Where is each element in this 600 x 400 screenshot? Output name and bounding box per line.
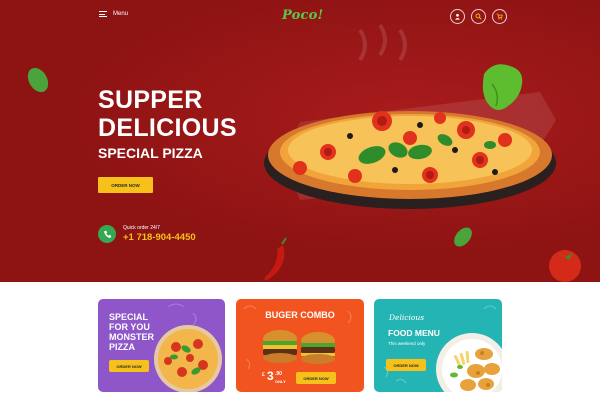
food-menu-script-label: Delicious [389, 313, 425, 322]
quick-order-phone[interactable]: +1 718-904-4450 [123, 232, 196, 243]
hero-headline-line1: SUPPER [98, 86, 203, 114]
pizza-image [268, 111, 552, 199]
pizza-card-line1: SPECIAL [109, 312, 149, 322]
hero-artwork [27, 23, 581, 282]
phone-call-button[interactable] [98, 225, 116, 243]
hero-banner: Menu Poco! SUPPER DELICIOUS SPECIAL PIZZ… [0, 0, 600, 282]
burger-price-decimal: .90 [275, 371, 282, 377]
brand-logo[interactable]: Poco! [282, 8, 323, 23]
burger-right-image [301, 332, 335, 364]
promo-card-pizza[interactable]: SPECIAL FOR YOU MONSTER PIZZA [98, 299, 225, 392]
hero-headline-line2: DELICIOUS [98, 114, 237, 142]
burger-card-order-button[interactable]: ORDER NOW [296, 372, 336, 384]
pizza-card-line4: PIZZA [109, 342, 135, 352]
burger-price-currency: £ [262, 372, 265, 378]
tomato-icon [549, 250, 581, 282]
cart-icon [496, 13, 503, 20]
burger-left-image [263, 330, 297, 363]
quick-order-label: Quick order 24/7 [123, 225, 160, 231]
burger-price-integer: 3 [267, 369, 274, 383]
food-menu-order-button[interactable]: ORDER NOW [386, 359, 426, 371]
pizza-card-line3: MONSTER [109, 332, 154, 342]
promo-card-food-menu[interactable]: Delicious FOOD MENU This weekend only [374, 299, 502, 392]
hero-order-button[interactable]: ORDER NOW [98, 177, 153, 193]
cart-button[interactable] [492, 9, 507, 24]
basil-leaf-left [27, 67, 49, 93]
user-icon [455, 13, 460, 20]
user-button[interactable] [450, 9, 465, 24]
food-menu-title: FOOD MENU [388, 328, 440, 338]
chili-pepper-icon [264, 237, 287, 281]
phone-icon [103, 230, 111, 238]
basil-leaf-bottom-right [454, 227, 472, 247]
burger-price-note: ONLY [275, 379, 286, 384]
page: Menu Poco! SUPPER DELICIOUS SPECIAL PIZZ… [0, 0, 600, 400]
pizza-card-line2: FOR YOU [109, 322, 150, 332]
search-icon [475, 13, 482, 20]
hero-subheadline: SPECIAL PIZZA [98, 145, 203, 161]
search-button[interactable] [471, 9, 486, 24]
menu-button[interactable]: Menu [99, 11, 128, 17]
burger-card-title: BUGER COMBO [265, 310, 335, 320]
menu-label: Menu [113, 11, 129, 17]
steam [358, 23, 407, 62]
hamburger-icon [99, 11, 107, 17]
food-menu-subtitle: This weekend only [388, 341, 426, 346]
header-actions [450, 9, 507, 24]
pizza-card-order-button[interactable]: ORDER NOW [109, 360, 149, 372]
